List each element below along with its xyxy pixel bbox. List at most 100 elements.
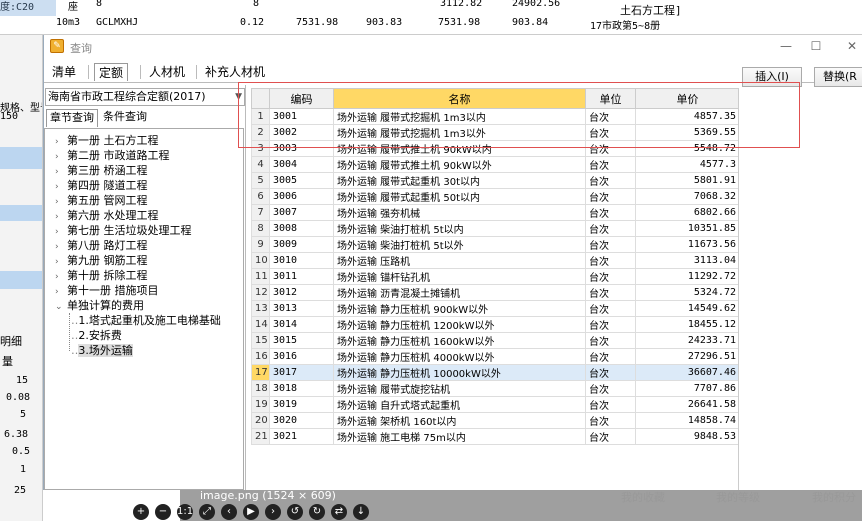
link-favorites[interactable]: 我的收藏 <box>621 489 665 505</box>
row-unit: 台次 <box>585 220 636 237</box>
tree-node[interactable]: › 第八册 路灯工程 <box>55 238 148 253</box>
tree-node[interactable]: › 第五册 管网工程 <box>55 193 148 208</box>
row-price: 10351.85 <box>635 220 739 237</box>
fit-icon[interactable]: ⤢ <box>199 504 215 520</box>
row-name: 场外运输 静力压桩机 10000kW以外 <box>333 364 586 381</box>
table-row[interactable]: 15 3015 场外运输 静力压桩机 1600kW以外 台次 24233.71 <box>251 332 739 349</box>
tree-node[interactable]: › 第七册 生活垃圾处理工程 <box>55 223 192 238</box>
row-name: 场外运输 静力压桩机 1600kW以外 <box>333 332 586 349</box>
bg-cell: 7531.98 <box>438 17 481 28</box>
tree-node[interactable]: › 第十一册 措施项目 <box>55 283 159 298</box>
table-row[interactable]: 19 3019 场外运输 自升式塔式起重机 台次 26641.58 <box>251 396 739 413</box>
table-row[interactable]: 8 3008 场外运输 柴油打桩机 5t以内 台次 10351.85 <box>251 220 739 237</box>
row-code: 3008 <box>269 220 334 237</box>
actual-size-icon[interactable]: 1:1 <box>177 504 193 520</box>
bg-highlight <box>0 0 56 16</box>
bg-cell: 土石方工程] <box>620 4 682 17</box>
row-index: 16 <box>251 348 270 365</box>
replace-button[interactable]: 替换(R <box>814 67 862 87</box>
row-name: 场外运输 施工电梯 75m以内 <box>333 428 586 445</box>
bg-cell: 0.5 <box>12 446 31 457</box>
row-code: 3018 <box>269 380 334 397</box>
table-row[interactable]: 16 3016 场外运输 静力压桩机 4000kW以外 台次 27296.51 <box>251 348 739 365</box>
tab-quota[interactable]: 定额 <box>94 63 129 81</box>
row-unit: 台次 <box>585 428 636 445</box>
row-name: 场外运输 自升式塔式起重机 <box>333 396 586 413</box>
row-price: 5324.72 <box>635 284 739 301</box>
rotate-left-icon[interactable]: ↺ <box>287 504 303 520</box>
table-row[interactable]: 17 3017 场外运输 静力压桩机 10000kW以外 台次 36607.46 <box>251 364 739 381</box>
grid-divider <box>738 88 739 490</box>
download-icon[interactable]: ↓ <box>353 504 369 520</box>
row-index: 12 <box>251 284 270 301</box>
row-index: 6 <box>251 188 270 205</box>
table-row[interactable]: 12 3012 场外运输 沥青混凝土摊铺机 台次 5324.72 <box>251 284 739 301</box>
maximize-icon[interactable]: ☐ <box>804 37 828 55</box>
row-unit: 台次 <box>585 412 636 429</box>
tree-child-selected[interactable]: ‥3.场外运输 <box>71 343 133 358</box>
rotate-right-icon[interactable]: ↻ <box>309 504 325 520</box>
table-row[interactable]: 14 3014 场外运输 静力压桩机 1200kW以外 台次 18455.12 <box>251 316 739 333</box>
table-row[interactable]: 7 3007 场外运输 强夯机械 台次 6802.66 <box>251 204 739 221</box>
tree-node[interactable]: › 第一册 土石方工程 <box>55 133 159 148</box>
subtab-condition[interactable]: 条件查询 <box>100 109 150 127</box>
tree-node-expanded[interactable]: ⌄ 单独计算的费用 <box>55 298 144 313</box>
row-code: 3013 <box>269 300 334 317</box>
row-name: 场外运输 强夯机械 <box>333 204 586 221</box>
zoom-out-icon[interactable]: − <box>155 504 171 520</box>
zoom-in-icon[interactable]: + <box>133 504 149 520</box>
tree-child[interactable]: ‥2.安拆费 <box>71 328 122 343</box>
row-unit: 台次 <box>585 284 636 301</box>
table-row[interactable]: 20 3020 场外运输 架桥机 160t以内 台次 14858.74 <box>251 412 739 429</box>
link-points[interactable]: 我的积分 <box>812 489 856 505</box>
flip-icon[interactable]: ⇄ <box>331 504 347 520</box>
row-name: 场外运输 静力压桩机 1200kW以外 <box>333 316 586 333</box>
table-row[interactable]: 9 3009 场外运输 柴油打桩机 5t以外 台次 11673.56 <box>251 236 739 253</box>
row-code: 3015 <box>269 332 334 349</box>
table-row[interactable]: 13 3013 场外运输 静力压桩机 900kW以外 台次 14549.62 <box>251 300 739 317</box>
link-level[interactable]: 我的等级 <box>716 489 760 505</box>
tree-node[interactable]: › 第二册 市政道路工程 <box>55 148 170 163</box>
bg-cell: 8 <box>96 0 103 9</box>
tab-labor-material-machine[interactable]: 人材机 <box>145 63 189 81</box>
bg-cell: 8 <box>253 0 260 9</box>
close-icon[interactable]: ✕ <box>840 37 862 55</box>
bg-cell: 903.83 <box>366 17 403 28</box>
tree-node[interactable]: › 第九册 钢筋工程 <box>55 253 148 268</box>
tree-node[interactable]: › 第十册 拆除工程 <box>55 268 148 283</box>
row-price: 26641.58 <box>635 396 739 413</box>
row-code: 3017 <box>269 364 334 381</box>
row-code: 3006 <box>269 188 334 205</box>
row-code: 3004 <box>269 156 334 173</box>
subtab-chapter[interactable]: 章节查询 <box>46 109 98 127</box>
table-row[interactable]: 4 3004 场外运输 履带式推土机 90kW以外 台次 4577.3 <box>251 156 739 173</box>
tree-node[interactable]: › 第四册 隧道工程 <box>55 178 148 193</box>
bg-cell: GCLMXHJ <box>96 17 139 28</box>
tab-bill[interactable]: 清单 <box>48 63 80 81</box>
table-row[interactable]: 5 3005 场外运输 履带式起重机 30t以内 台次 5801.91 <box>251 172 739 189</box>
dialog-titlebar: ✎ 查询 — ☐ ✕ <box>44 35 862 59</box>
table-row[interactable]: 10 3010 场外运输 压路机 台次 3113.04 <box>251 252 739 269</box>
table-row[interactable]: 11 3011 场外运输 锚杆钻孔机 台次 11292.72 <box>251 268 739 285</box>
next-icon[interactable]: › <box>265 504 281 520</box>
minimize-icon[interactable]: — <box>774 37 798 55</box>
bg-cell: 903.84 <box>512 17 549 28</box>
tab-supplement-lmm[interactable]: 补充人材机 <box>201 63 269 81</box>
prev-icon[interactable]: ‹ <box>221 504 237 520</box>
row-unit: 台次 <box>585 300 636 317</box>
table-row[interactable]: 18 3018 场外运输 履带式旋挖钻机 台次 7707.86 <box>251 380 739 397</box>
table-row[interactable]: 21 3021 场外运输 施工电梯 75m以内 台次 9848.53 <box>251 428 739 445</box>
row-name: 场外运输 静力压桩机 4000kW以外 <box>333 348 586 365</box>
tree-child[interactable]: ‥1.塔式起重机及施工电梯基础 <box>71 313 221 328</box>
row-price: 9848.53 <box>635 428 739 445</box>
tree-node[interactable]: › 第三册 桥涵工程 <box>55 163 148 178</box>
row-price: 27296.51 <box>635 348 739 365</box>
play-icon[interactable]: ▶ <box>243 504 259 520</box>
row-code: 3009 <box>269 236 334 253</box>
tree-node[interactable]: › 第六册 水处理工程 <box>55 208 159 223</box>
row-unit: 台次 <box>585 236 636 253</box>
row-price: 3113.04 <box>635 252 739 269</box>
table-row[interactable]: 6 3006 场外运输 履带式起重机 50t以内 台次 7068.32 <box>251 188 739 205</box>
row-code: 3011 <box>269 268 334 285</box>
quota-library-select[interactable]: 海南省市政工程综合定额(2017) ▼ <box>45 88 245 106</box>
